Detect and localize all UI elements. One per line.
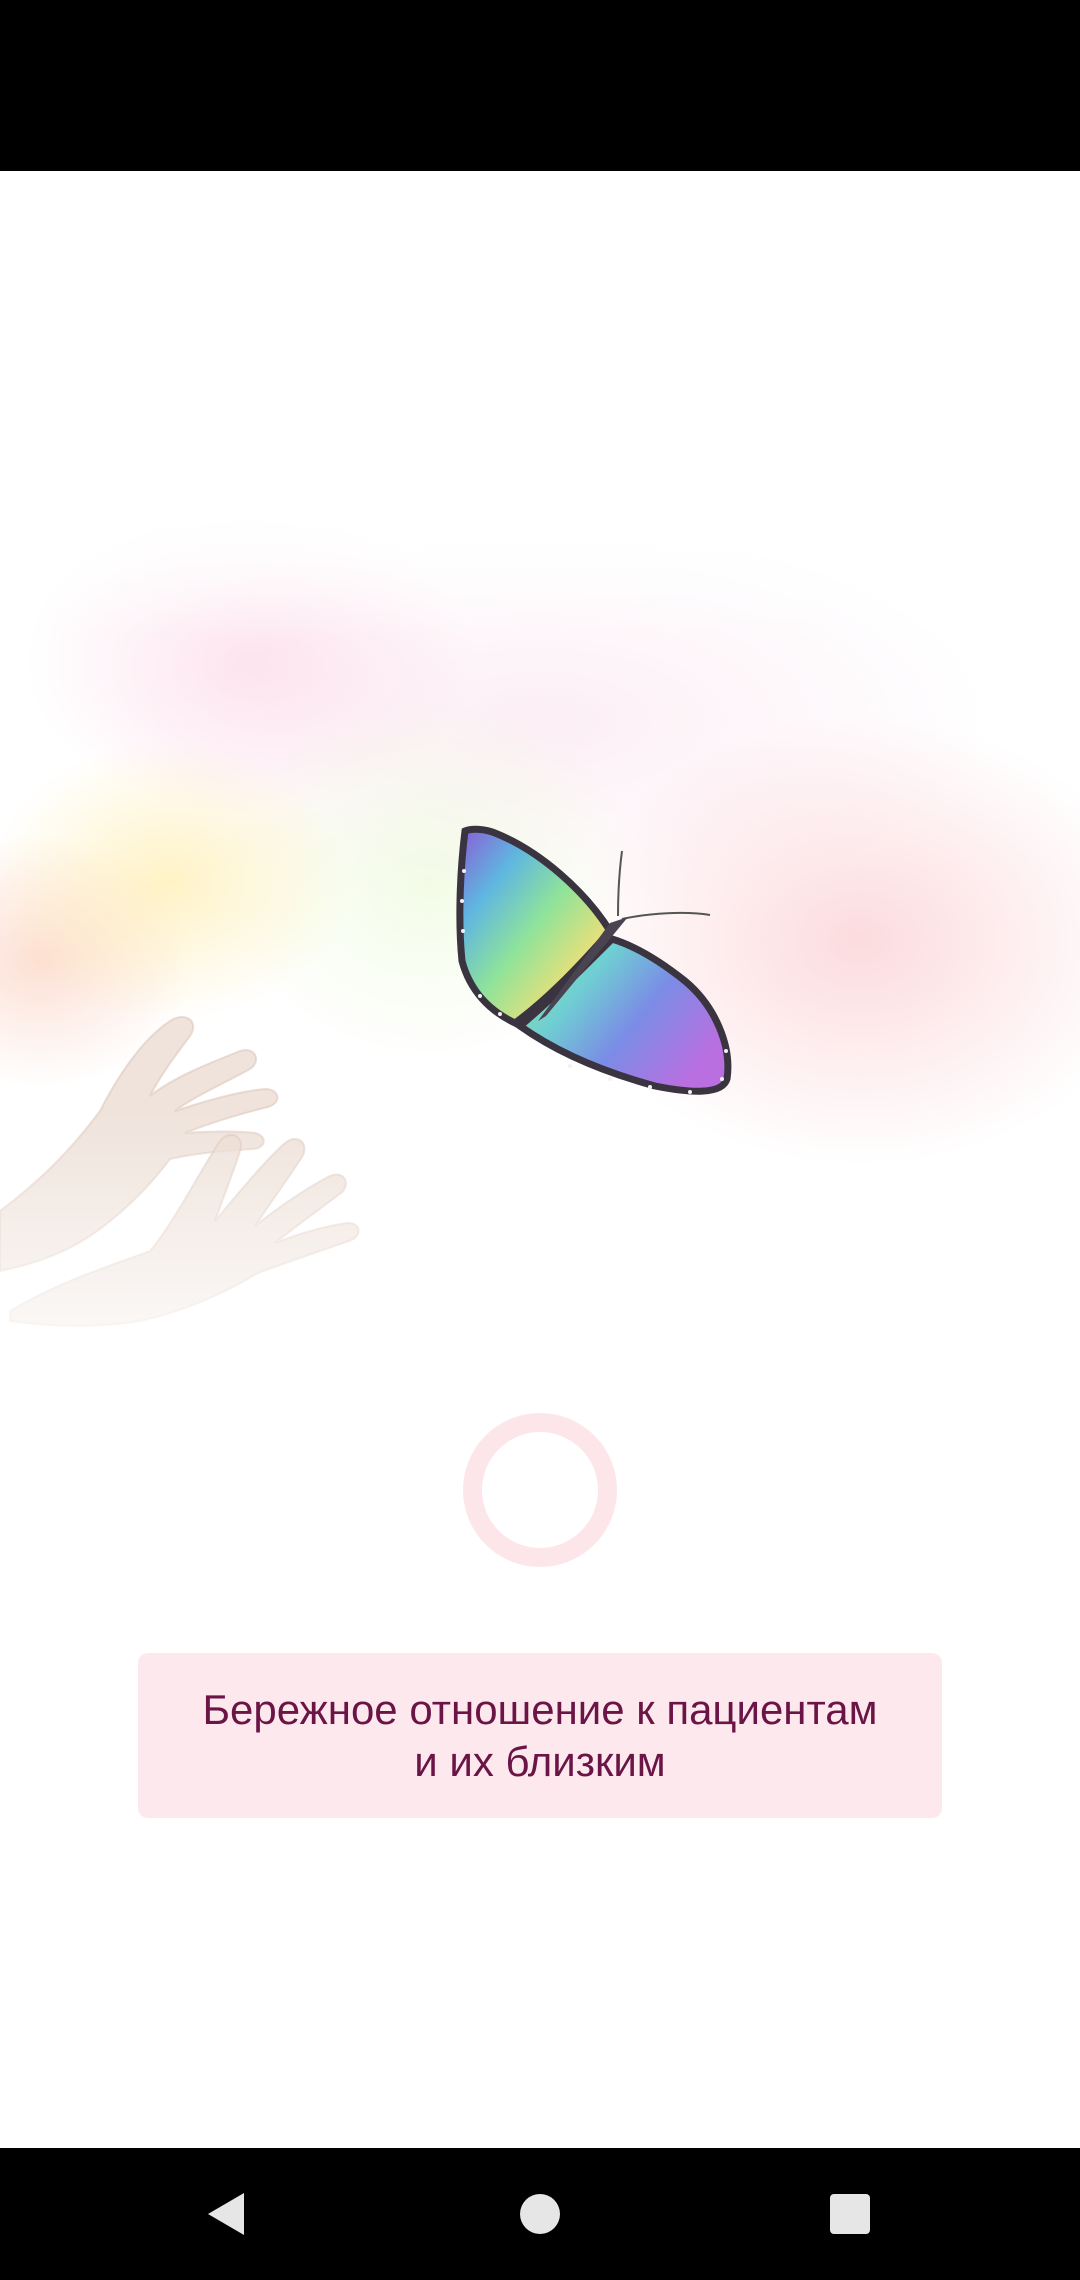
back-icon <box>208 2193 244 2235</box>
status-bar <box>0 0 1080 171</box>
navigation-bar <box>0 2148 1080 2280</box>
back-button[interactable] <box>160 2148 292 2280</box>
recents-icon <box>830 2194 870 2234</box>
hero-illustration <box>0 501 1080 1481</box>
home-button[interactable] <box>474 2148 606 2280</box>
tagline-text: Бережное отношение к пациентам и их близ… <box>202 1685 878 1785</box>
splash-screen: Бережное отношение к пациентам и их близ… <box>0 0 1080 2280</box>
hero-fade-overlay <box>0 501 1080 1481</box>
loading-spinner <box>463 1413 617 1567</box>
home-icon <box>520 2194 560 2234</box>
recents-button[interactable] <box>784 2148 916 2280</box>
splash-content: Бережное отношение к пациентам и их близ… <box>0 171 1080 2148</box>
tagline-card: Бережное отношение к пациентам и их близ… <box>138 1653 942 1818</box>
